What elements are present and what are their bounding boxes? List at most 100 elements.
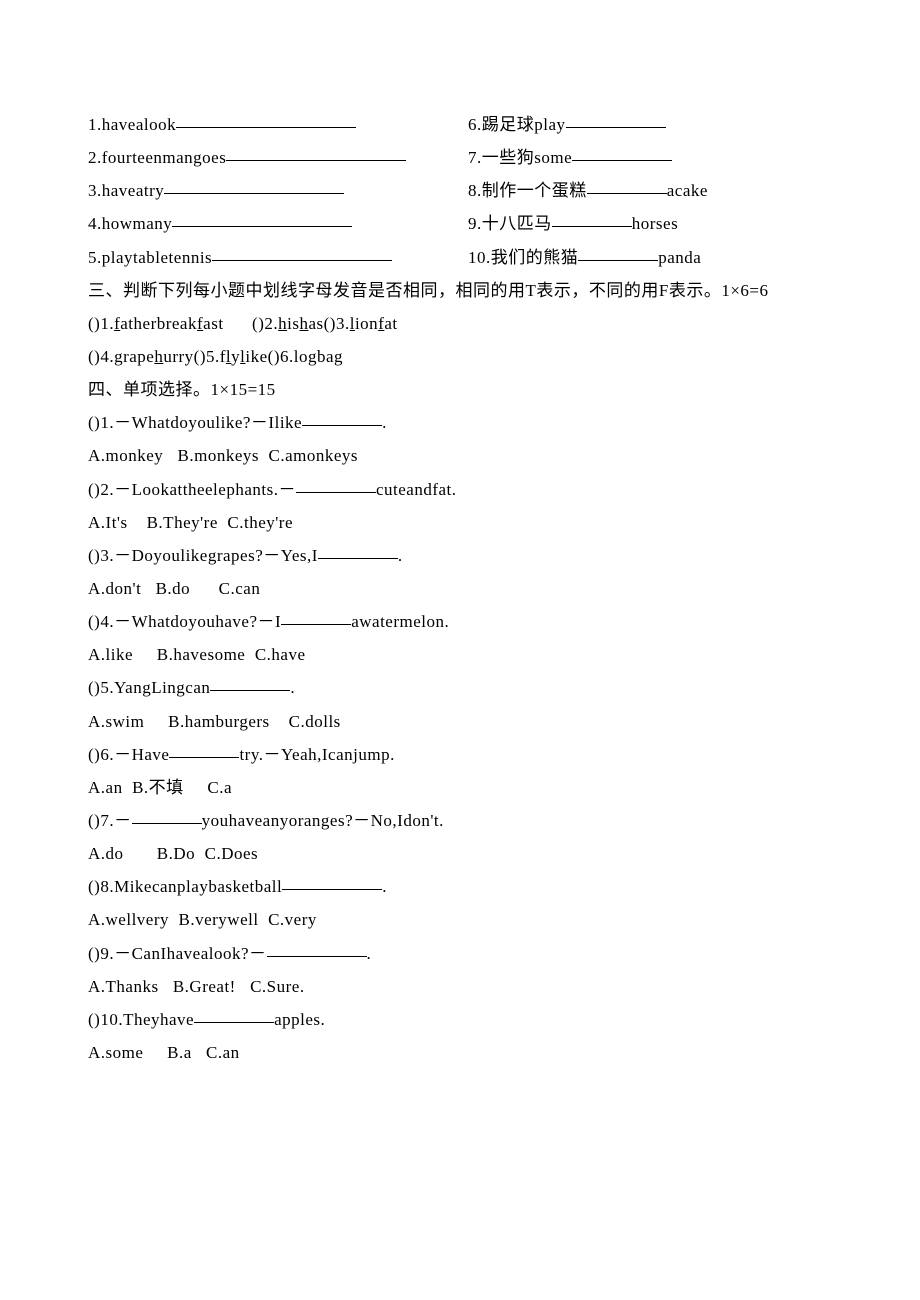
blank[interactable]: [226, 160, 406, 161]
paren[interactable]: ()8.: [88, 877, 114, 896]
underline-letter: g: [334, 347, 343, 366]
blank[interactable]: [318, 558, 398, 559]
text: haveatry: [102, 181, 165, 200]
num: 3.: [88, 181, 102, 200]
choices[interactable]: A.swim B.hamburgers C.dolls: [88, 705, 832, 738]
question-10: ()10.Theyhaveapples. A.some B.a C.an: [88, 1003, 832, 1069]
choices[interactable]: A.don't B.do C.can: [88, 572, 832, 605]
question-line: ()10.Theyhaveapples.: [88, 1003, 832, 1036]
paren[interactable]: ()1.: [88, 314, 114, 333]
q-pre: －: [114, 811, 132, 830]
fill-in-columns: 1.havealook 2.fourteenmangoes 3.haveatry…: [88, 108, 832, 274]
blank[interactable]: [578, 260, 658, 261]
word-mid: urry: [163, 347, 193, 366]
choices[interactable]: A.monkey B.monkeys C.amonkeys: [88, 439, 832, 472]
paren[interactable]: ()9.: [88, 944, 114, 963]
choices[interactable]: A.like B.havesome C.have: [88, 638, 832, 671]
blank[interactable]: [164, 193, 344, 194]
text: howmany: [102, 214, 173, 233]
fill-left-1: 1.havealook: [88, 108, 468, 141]
paren[interactable]: ()6.: [268, 347, 294, 366]
post: panda: [658, 248, 701, 267]
blank[interactable]: [267, 956, 367, 957]
word-post: ike: [245, 347, 267, 366]
blank[interactable]: [552, 226, 632, 227]
num: 1.: [88, 115, 102, 134]
fill-left-2: 2.fourteenmangoes: [88, 141, 468, 174]
sec3-line-1: ()1.fatherbreakfast ()2.hishas()3.lionfa…: [88, 307, 832, 340]
word-post: ast: [203, 314, 223, 333]
num: 10.: [468, 248, 491, 267]
blank[interactable]: [212, 260, 392, 261]
blank[interactable]: [210, 690, 290, 691]
blank[interactable]: [172, 226, 352, 227]
choices[interactable]: A.some B.a C.an: [88, 1036, 832, 1069]
pre: 十八匹马: [482, 214, 552, 233]
paren[interactable]: ()2.: [252, 314, 278, 333]
q-pre: －Whatdoyouhave?－I: [114, 612, 281, 631]
blank[interactable]: [132, 823, 202, 824]
paren[interactable]: ()4.: [88, 347, 114, 366]
fill-left-4: 4.howmany: [88, 207, 468, 240]
paren[interactable]: ()7.: [88, 811, 114, 830]
choices[interactable]: A.Thanks B.Great! C.Sure.: [88, 970, 832, 1003]
fill-right-8: 8.制作一个蛋糕acake: [468, 174, 832, 207]
question-line: ()4.－Whatdoyouhave?－I awatermelon.: [88, 605, 832, 638]
question-line: ()8.Mikecanplaybasketball.: [88, 870, 832, 903]
q-post: apples.: [274, 1010, 325, 1029]
choices[interactable]: A.do B.Do C.Does: [88, 837, 832, 870]
blank[interactable]: [572, 160, 672, 161]
post: acake: [667, 181, 708, 200]
q-post: cuteandfat.: [376, 480, 457, 499]
fill-left-3: 3.haveatry: [88, 174, 468, 207]
q-post: awatermelon.: [351, 612, 449, 631]
fill-right-10: 10.我们的熊猫panda: [468, 241, 832, 274]
word-post: at: [384, 314, 397, 333]
blank[interactable]: [282, 889, 382, 890]
choices[interactable]: A.an B.不填 C.a: [88, 771, 832, 804]
page-content: 1.havealook 2.fourteenmangoes 3.haveatry…: [0, 0, 920, 1109]
word-pre: grape: [114, 347, 154, 366]
text: havealook: [102, 115, 176, 134]
question-6: ()6.－Have try.－Yeah,Icanjump. A.an B.不填 C…: [88, 738, 832, 804]
blank[interactable]: [281, 624, 351, 625]
q-post: .: [382, 413, 387, 432]
word-post: as: [308, 314, 323, 333]
blank[interactable]: [169, 757, 239, 758]
choices[interactable]: A.wellvery B.verywell C.very: [88, 903, 832, 936]
question-line: ()9.－CanIhavealook?－.: [88, 937, 832, 970]
paren[interactable]: ()5.: [194, 347, 220, 366]
q-pre: －CanIhavealook?－: [114, 944, 266, 963]
underline-letter: g: [308, 347, 317, 366]
word-pre: lo: [294, 347, 308, 366]
blank[interactable]: [176, 127, 356, 128]
section-4-title: 四、单项选择。1×15=15: [88, 373, 832, 406]
word-mid: y: [231, 347, 240, 366]
blank[interactable]: [302, 425, 382, 426]
word-mid: ba: [317, 347, 334, 366]
paren[interactable]: ()3.: [324, 314, 350, 333]
paren[interactable]: ()1.: [88, 413, 114, 432]
q-pre: －Have: [114, 745, 169, 764]
blank[interactable]: [587, 193, 667, 194]
blank[interactable]: [296, 492, 376, 493]
q-pre: －Whatdoyoulike?－Ilike: [114, 413, 302, 432]
q-pre: Mikecanplaybasketball: [114, 877, 282, 896]
text: fourteenmangoes: [102, 148, 227, 167]
question-line: ()2.－Lookattheelephants.－cuteandfat.: [88, 473, 832, 506]
paren[interactable]: ()3.: [88, 546, 114, 565]
num: 9.: [468, 214, 482, 233]
blank[interactable]: [566, 127, 666, 128]
num: 4.: [88, 214, 102, 233]
post: horses: [632, 214, 678, 233]
choices[interactable]: A.It's B.They're C.they're: [88, 506, 832, 539]
paren[interactable]: ()5.: [88, 678, 114, 697]
paren[interactable]: ()2.: [88, 480, 114, 499]
paren[interactable]: ()4.: [88, 612, 114, 631]
blank[interactable]: [194, 1022, 274, 1023]
q-post: try.－Yeah,Icanjump.: [239, 745, 394, 764]
question-8: ()8.Mikecanplaybasketball. A.wellvery B.…: [88, 870, 832, 936]
question-line: ()1.－Whatdoyoulike?－Ilike.: [88, 406, 832, 439]
paren[interactable]: ()6.: [88, 745, 114, 764]
paren[interactable]: ()10.: [88, 1010, 123, 1029]
